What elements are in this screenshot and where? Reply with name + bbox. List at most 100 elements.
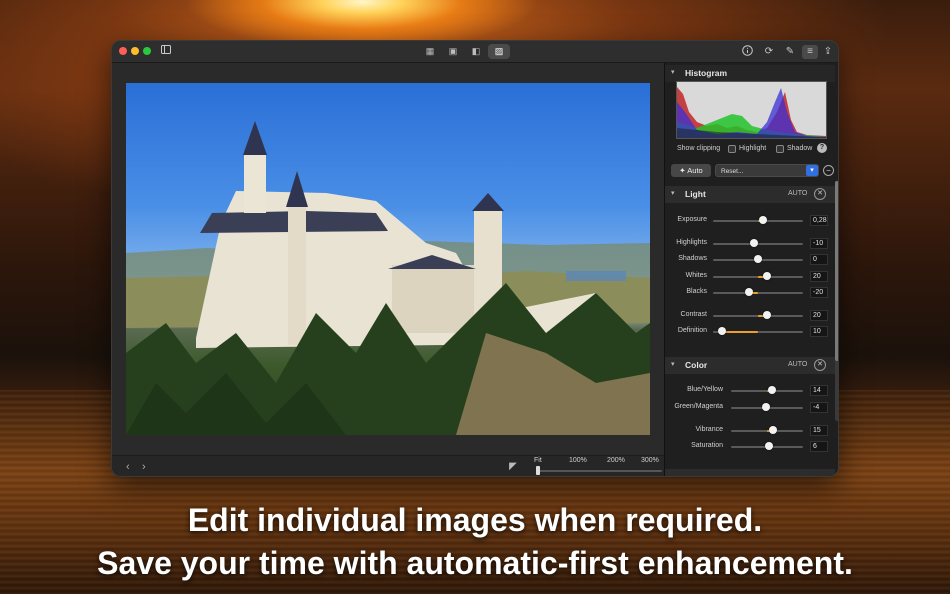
flag-icon[interactable]: ◤	[506, 460, 520, 474]
slider-row-blacks: Blacks -20	[665, 287, 835, 299]
remove-preset-button[interactable]: −	[823, 165, 834, 176]
slider-label: Saturation	[691, 442, 723, 449]
slider-track[interactable]	[713, 292, 803, 294]
slider-label: Highlights	[676, 239, 707, 246]
slider-knob[interactable]	[768, 426, 777, 434]
castle-photo	[126, 83, 650, 435]
slider-label: Vibrance	[695, 426, 723, 433]
slider-knob[interactable]	[763, 311, 771, 319]
slider-row-definition: Definition 10	[665, 326, 835, 338]
histogram-title: Histogram	[685, 68, 728, 78]
caption-line-1: Edit individual images when required.	[187, 502, 763, 538]
compare-icon[interactable]: ◧	[465, 44, 487, 59]
slider-row-exposure: Exposure 0,28	[665, 215, 835, 227]
reset-color-icon[interactable]: ✕	[814, 359, 826, 371]
crop-rotate-icon[interactable]: ⟳	[762, 45, 776, 59]
shadow-checkbox[interactable]	[776, 145, 784, 153]
chevron-down-icon: ▾	[671, 361, 675, 368]
slider-knob[interactable]	[718, 327, 726, 335]
color-section-header[interactable]: ▾ Color AUTO ✕	[665, 357, 835, 374]
help-icon[interactable]: ?	[817, 143, 827, 153]
zoom-label-200[interactable]: 200%	[607, 457, 625, 464]
chevron-down-icon: ▾	[671, 190, 675, 197]
slider-knob[interactable]	[763, 272, 771, 280]
highlight-label: Highlight	[739, 145, 767, 152]
slider-value-field[interactable]: 20	[810, 271, 828, 282]
previous-image-button[interactable]: ‹	[126, 461, 130, 473]
show-clipping-label: Show clipping	[677, 145, 721, 152]
slider-value-field[interactable]: 15	[810, 425, 828, 436]
slider-knob[interactable]	[758, 216, 767, 224]
histogram-chart	[676, 81, 827, 139]
shadow-label: Shadow	[787, 145, 813, 152]
slider-row-saturation: Saturation 6	[665, 441, 835, 453]
slider-label: Blacks	[686, 288, 707, 295]
caption-line-2: Save your time with automatic-first enha…	[97, 545, 853, 581]
zoom-label-100[interactable]: 100%	[569, 457, 587, 464]
slider-knob[interactable]	[765, 442, 774, 450]
slider-value-field[interactable]: -20	[810, 287, 828, 298]
close-window-button[interactable]	[119, 47, 127, 55]
slider-value-field[interactable]: 10	[810, 326, 828, 337]
chevron-down-icon: ▾	[671, 69, 675, 76]
slider-value-field[interactable]: 14	[810, 385, 828, 396]
light-auto-button[interactable]: AUTO	[788, 190, 807, 197]
histogram-header[interactable]: ▾ Histogram	[665, 65, 835, 82]
slider-knob[interactable]	[745, 288, 753, 296]
app-window: ▦ ▣ ◧ ▨ ⟳ ✎ ≡ ⇪ ‹ › ◤ Fit 100% 200% 300%…	[111, 40, 839, 477]
preset-select[interactable]: Reset... ▾	[715, 164, 819, 177]
slider-track[interactable]	[713, 243, 803, 245]
zoom-slider-track[interactable]	[538, 470, 662, 472]
slider-value-field[interactable]: 6	[810, 441, 828, 452]
share-icon[interactable]: ⇪	[821, 45, 835, 59]
adjustments-icon[interactable]: ≡	[802, 45, 818, 59]
tools-icon[interactable]: ✎	[783, 45, 797, 59]
slider-row-vibrance: Vibrance 15	[665, 425, 835, 437]
slider-value-field[interactable]: -10	[810, 238, 828, 249]
sidebar-toggle-icon[interactable]	[159, 45, 173, 59]
minimize-window-button[interactable]	[131, 47, 139, 55]
viewer-footer: ‹ › ◤ Fit 100% 200% 300%	[112, 455, 664, 476]
color-auto-button[interactable]: AUTO	[788, 361, 807, 368]
zoom-window-button[interactable]	[143, 47, 151, 55]
panel-scroll-thumb[interactable]	[835, 181, 838, 361]
slider-row-shadows: Shadows 0	[665, 254, 835, 266]
slider-knob[interactable]	[749, 239, 758, 247]
adjustments-panel: ▾ Histogram Show clipping Highlight Shad…	[664, 63, 838, 476]
zoom-label-fit[interactable]: Fit	[534, 457, 542, 464]
slider-value-field[interactable]: 0,28	[810, 215, 828, 226]
chevron-down-icon: ▾	[806, 165, 818, 176]
single-image-icon[interactable]: ▣	[442, 44, 464, 59]
slider-fill	[722, 331, 758, 333]
slider-row-contrast: Contrast 20	[665, 310, 835, 322]
slider-knob[interactable]	[761, 403, 770, 411]
zoom-slider-thumb[interactable]	[536, 466, 540, 475]
slider-value-field[interactable]: -4	[810, 402, 828, 413]
slider-label: Green/Magenta	[674, 403, 723, 410]
slider-value-field[interactable]: 0	[810, 254, 828, 265]
edit-view-icon[interactable]: ▨	[488, 44, 510, 59]
preset-value: Reset...	[721, 168, 744, 175]
auto-enhance-label: Auto	[687, 166, 703, 175]
reset-light-icon[interactable]: ✕	[814, 188, 826, 200]
info-icon[interactable]	[740, 45, 754, 59]
auto-enhance-button[interactable]: ✦ Auto	[671, 164, 711, 177]
slider-row-green-magenta: Green/Magenta -4	[665, 402, 835, 414]
slider-label: Whites	[685, 272, 707, 279]
color-title: Color	[685, 360, 708, 370]
slider-label: Contrast	[680, 311, 707, 318]
slider-knob[interactable]	[768, 386, 777, 394]
slider-label: Shadows	[678, 255, 707, 262]
highlight-checkbox[interactable]	[728, 145, 736, 153]
image-viewer: ‹ › ◤ Fit 100% 200% 300%	[112, 63, 664, 476]
slider-knob[interactable]	[754, 255, 762, 263]
details-section-header-partial[interactable]	[665, 469, 835, 476]
slider-row-whites: Whites 20	[665, 271, 835, 283]
next-image-button[interactable]: ›	[142, 461, 146, 473]
grid-view-icon[interactable]: ▦	[419, 44, 441, 59]
zoom-label-300[interactable]: 300%	[641, 457, 659, 464]
slider-value-field[interactable]: 20	[810, 310, 828, 321]
light-section-header[interactable]: ▾ Light AUTO ✕	[665, 186, 835, 203]
slider-row-blue-yellow: Blue/Yellow 14	[665, 385, 835, 397]
slider-label: Definition	[677, 327, 707, 334]
